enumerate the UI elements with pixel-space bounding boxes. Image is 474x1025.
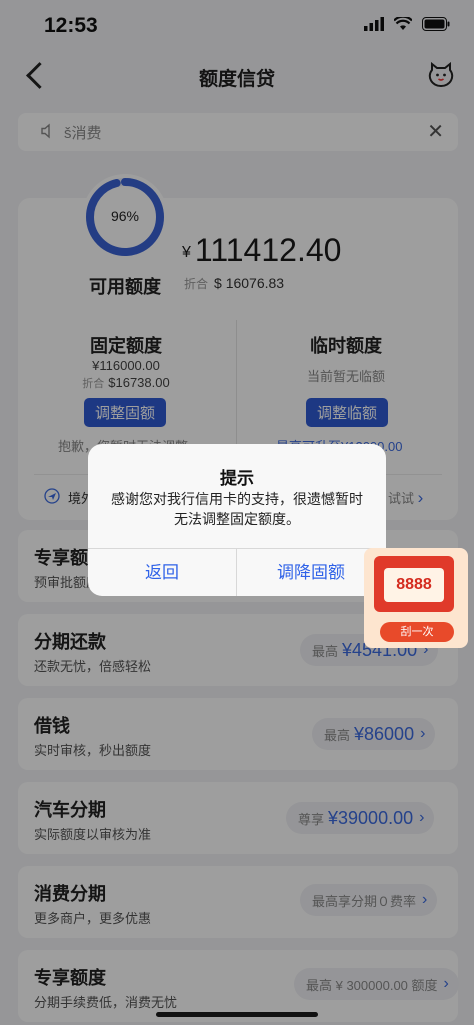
promo-amount: 8888 [384, 568, 444, 602]
home-indicator [156, 1012, 318, 1017]
dialog-reduce-limit-button[interactable]: 调降固额 [237, 549, 385, 596]
dialog-back-button[interactable]: 返回 [88, 549, 236, 596]
dialog-message: 感谢您对我行信用卡的支持，很遗憾暂时无法调整固定额度。 [111, 491, 363, 527]
scratch-button[interactable]: 刮一次 [380, 622, 454, 642]
dialog-title: 提示 [220, 469, 254, 488]
alert-dialog: 提示 感谢您对我行信用卡的支持，很遗憾暂时无法调整固定额度。 返回 调降固额 [88, 444, 386, 596]
